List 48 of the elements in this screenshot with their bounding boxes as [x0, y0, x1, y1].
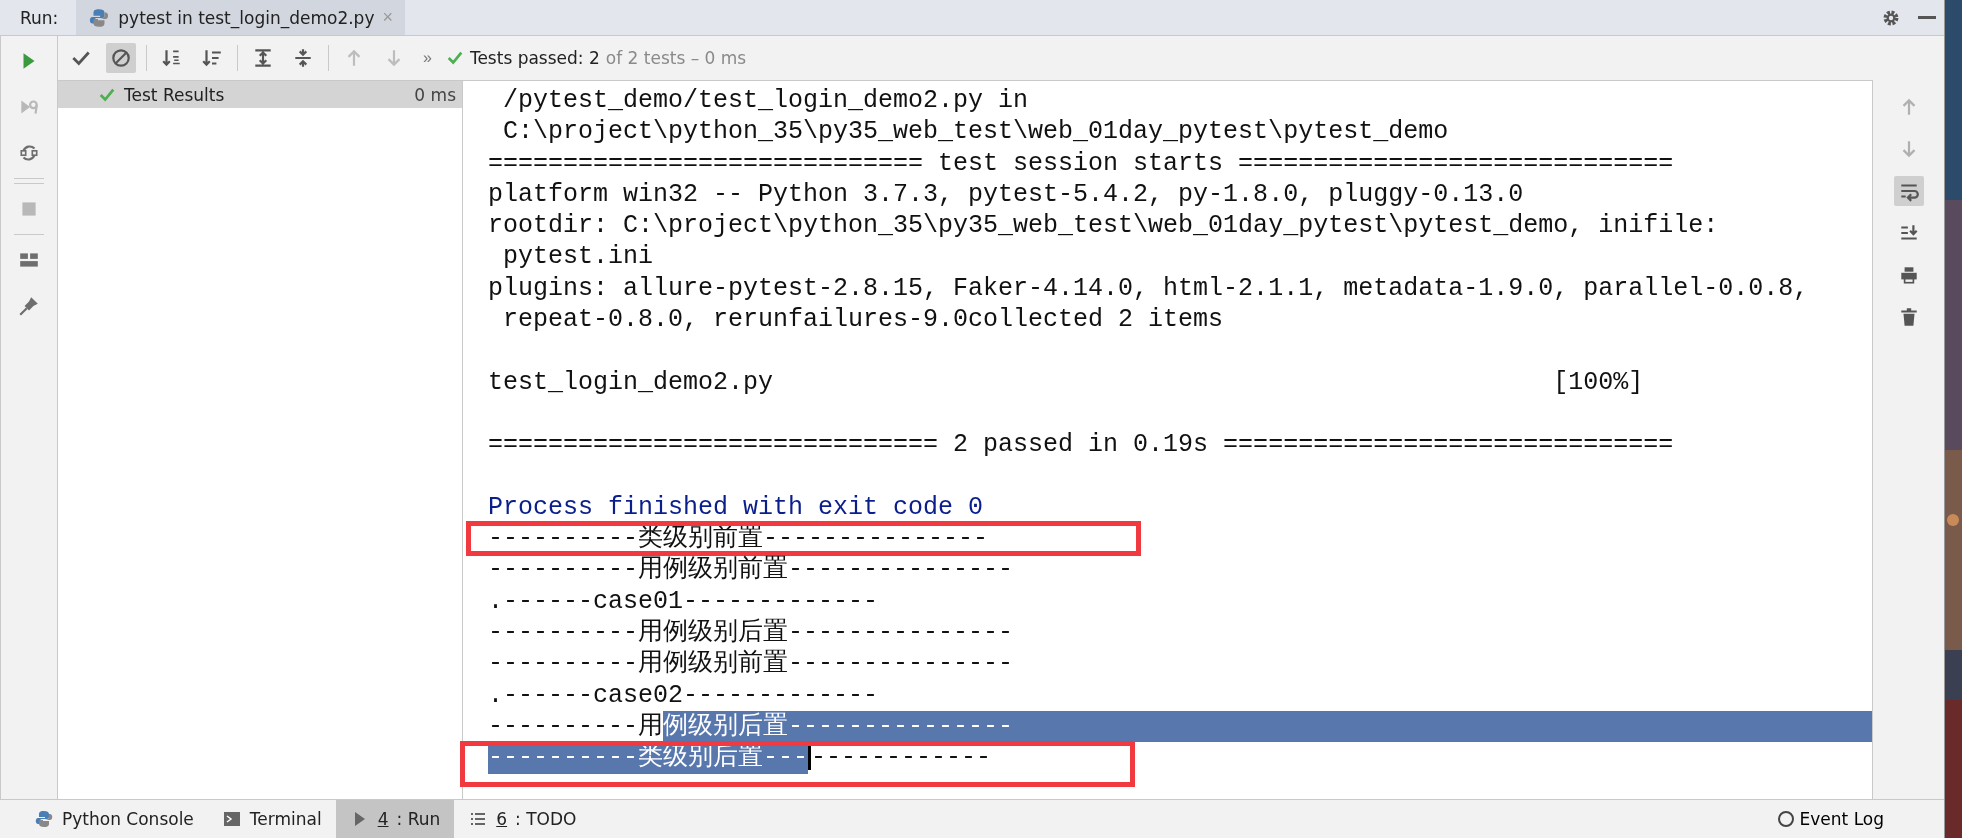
wrap-button[interactable] [1893, 176, 1924, 206]
console-line: rootdir: C:\project\python_35\py35_web_test\web_01day_pytest\pytest_demo, inifile: [488, 210, 1719, 242]
tool-window-tab[interactable]: 6 : TODO [454, 800, 591, 838]
console-line: ------------ [811, 742, 992, 774]
console-line: pytest.ini [502, 241, 654, 273]
tree-item[interactable]: Test Results 0 ms [58, 81, 462, 108]
check-icon [445, 49, 464, 67]
duration-text: 0 ms [414, 84, 456, 105]
status-summary: Tests passed: 2 [469, 48, 600, 68]
console-line: platform win32 -- Python 3.7.3, pytest-5.4.2, py-1.8.0, pluggy-0.13.0 [488, 178, 1524, 211]
console-line: Process finished with exit code 0 [488, 491, 984, 524]
expand-icon [252, 47, 274, 69]
tool-window-tab[interactable]: 4 : Run [335, 800, 455, 838]
overflow-button[interactable]: » [419, 49, 436, 67]
cancel-icon [110, 47, 132, 69]
status-detail: of 2 tests – 0 ms [605, 48, 747, 68]
tool-window-tab[interactable]: Terminal [207, 800, 336, 838]
tree-label: Test Results [124, 84, 225, 105]
progress-text: [100%] [1553, 366, 1644, 398]
minimize-icon [1918, 16, 1936, 19]
console-line: /pytest_demo/test_login_demo2.py in [502, 85, 1029, 117]
pin-icon [18, 295, 40, 317]
terminal-icon [221, 809, 242, 829]
run-tab[interactable]: pytest in test_login_demo2.py × [76, 0, 405, 35]
event-log-button[interactable]: Event Log [1771, 800, 1944, 838]
console-line: .------case02------------- [488, 679, 879, 711]
sort-icon [201, 47, 223, 69]
console-line: ----------用例级别后置--------------- [488, 617, 1014, 649]
tool-window-tab[interactable]: Python Console [20, 800, 208, 838]
console-line: ----------用例级别前置--------------- [488, 554, 1014, 586]
collapse-icon [292, 47, 314, 69]
tab-title: pytest in test_login_demo2.py [118, 7, 375, 28]
console-line: plugins: allure-pytest-2.8.15, Faker-4.14.0, html-2.1.1, metadata-1.9.0, parallel-0.0.8, [488, 272, 1809, 305]
cancel-button[interactable] [106, 43, 136, 73]
console-line: C:\project\python_35\py35_web_test\web_01day_pytest\pytest_demo [502, 116, 1449, 148]
python-icon [88, 6, 111, 29]
console-line: ============================= test session starts ============================= [488, 147, 1674, 179]
console-line: test_login_demo2.py [488, 366, 774, 398]
console-line: .------case01------------- [488, 585, 879, 618]
run-label: Run: [20, 7, 59, 28]
sort-alpha-icon [161, 47, 183, 69]
console-line: ============================== 2 passed in 0.19s ============================== [488, 429, 1674, 461]
cycle-icon [18, 142, 40, 164]
python-icon [34, 809, 54, 829]
console-line: repeat-0.8.0, rerunfailures-9.0collected 2 items [502, 304, 1224, 336]
balloon-icon [1777, 811, 1794, 827]
console-line: ----------用例级别前置--------------- [488, 648, 1014, 680]
selected-text: 例级别后置--------------- [663, 710, 1872, 743]
